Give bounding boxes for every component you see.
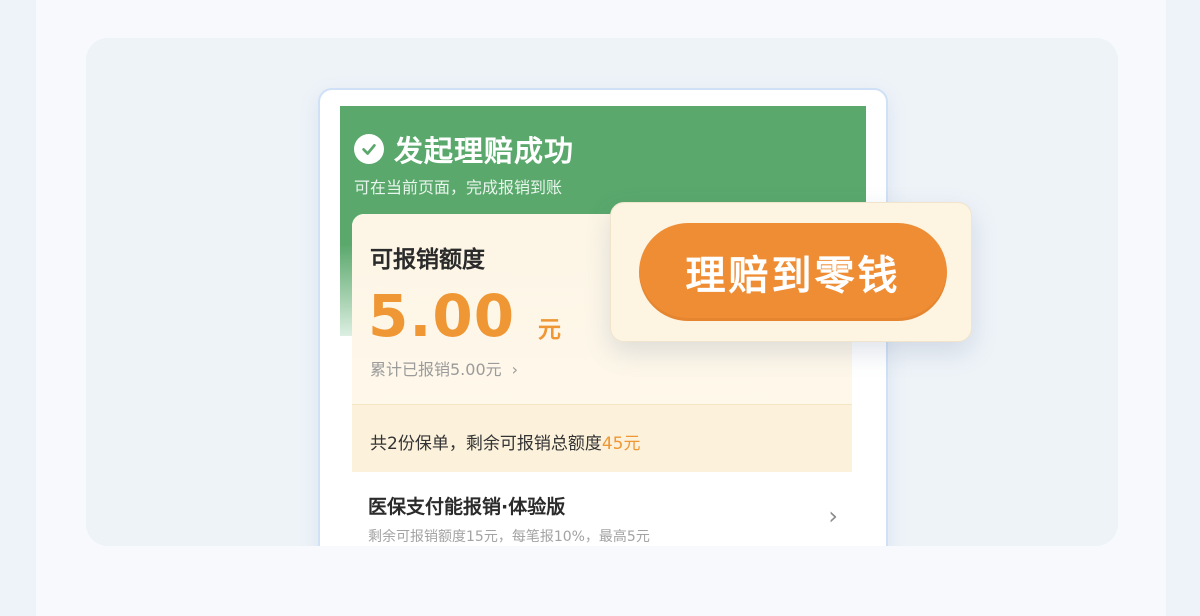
cumulative-link[interactable]: 累计已报销5.00元 › <box>370 356 518 380</box>
plan-description: 剩余可报销额度15元，每笔报10%，最高5元 <box>368 529 650 545</box>
quota-amount: 5.00 <box>368 282 516 350</box>
plan-title: 医保支付能报销·体验版 <box>368 496 566 518</box>
policy-summary-text: 共2份保单，剩余可报销总额度 <box>370 434 602 454</box>
policy-summary: 共2份保单，剩余可报销总额度45元 <box>370 429 640 454</box>
cumulative-text: 累计已报销5.00元 <box>370 360 502 379</box>
chevron-right-icon: › <box>511 360 519 379</box>
quota-label: 可报销额度 <box>370 247 485 273</box>
claim-popup: 理赔到零钱 <box>610 202 972 342</box>
chevron-right-icon: › <box>828 502 838 530</box>
success-title: 发起理赔成功 <box>394 134 575 168</box>
success-title-row: 发起理赔成功 <box>354 128 574 170</box>
policy-summary-strip: 共2份保单，剩余可报销总额度45元 <box>352 404 852 473</box>
claim-to-wallet-button[interactable]: 理赔到零钱 <box>639 223 947 321</box>
quota-unit: 元 <box>538 317 561 343</box>
success-subtitle: 可在当前页面，完成报销到账 <box>354 178 563 197</box>
policy-summary-amount: 45元 <box>601 434 641 454</box>
check-circle-icon <box>354 134 384 164</box>
plan-list-item[interactable]: 医保支付能报销·体验版 剩余可报销额度15元，每笔报10%，最高5元 › <box>352 472 852 546</box>
